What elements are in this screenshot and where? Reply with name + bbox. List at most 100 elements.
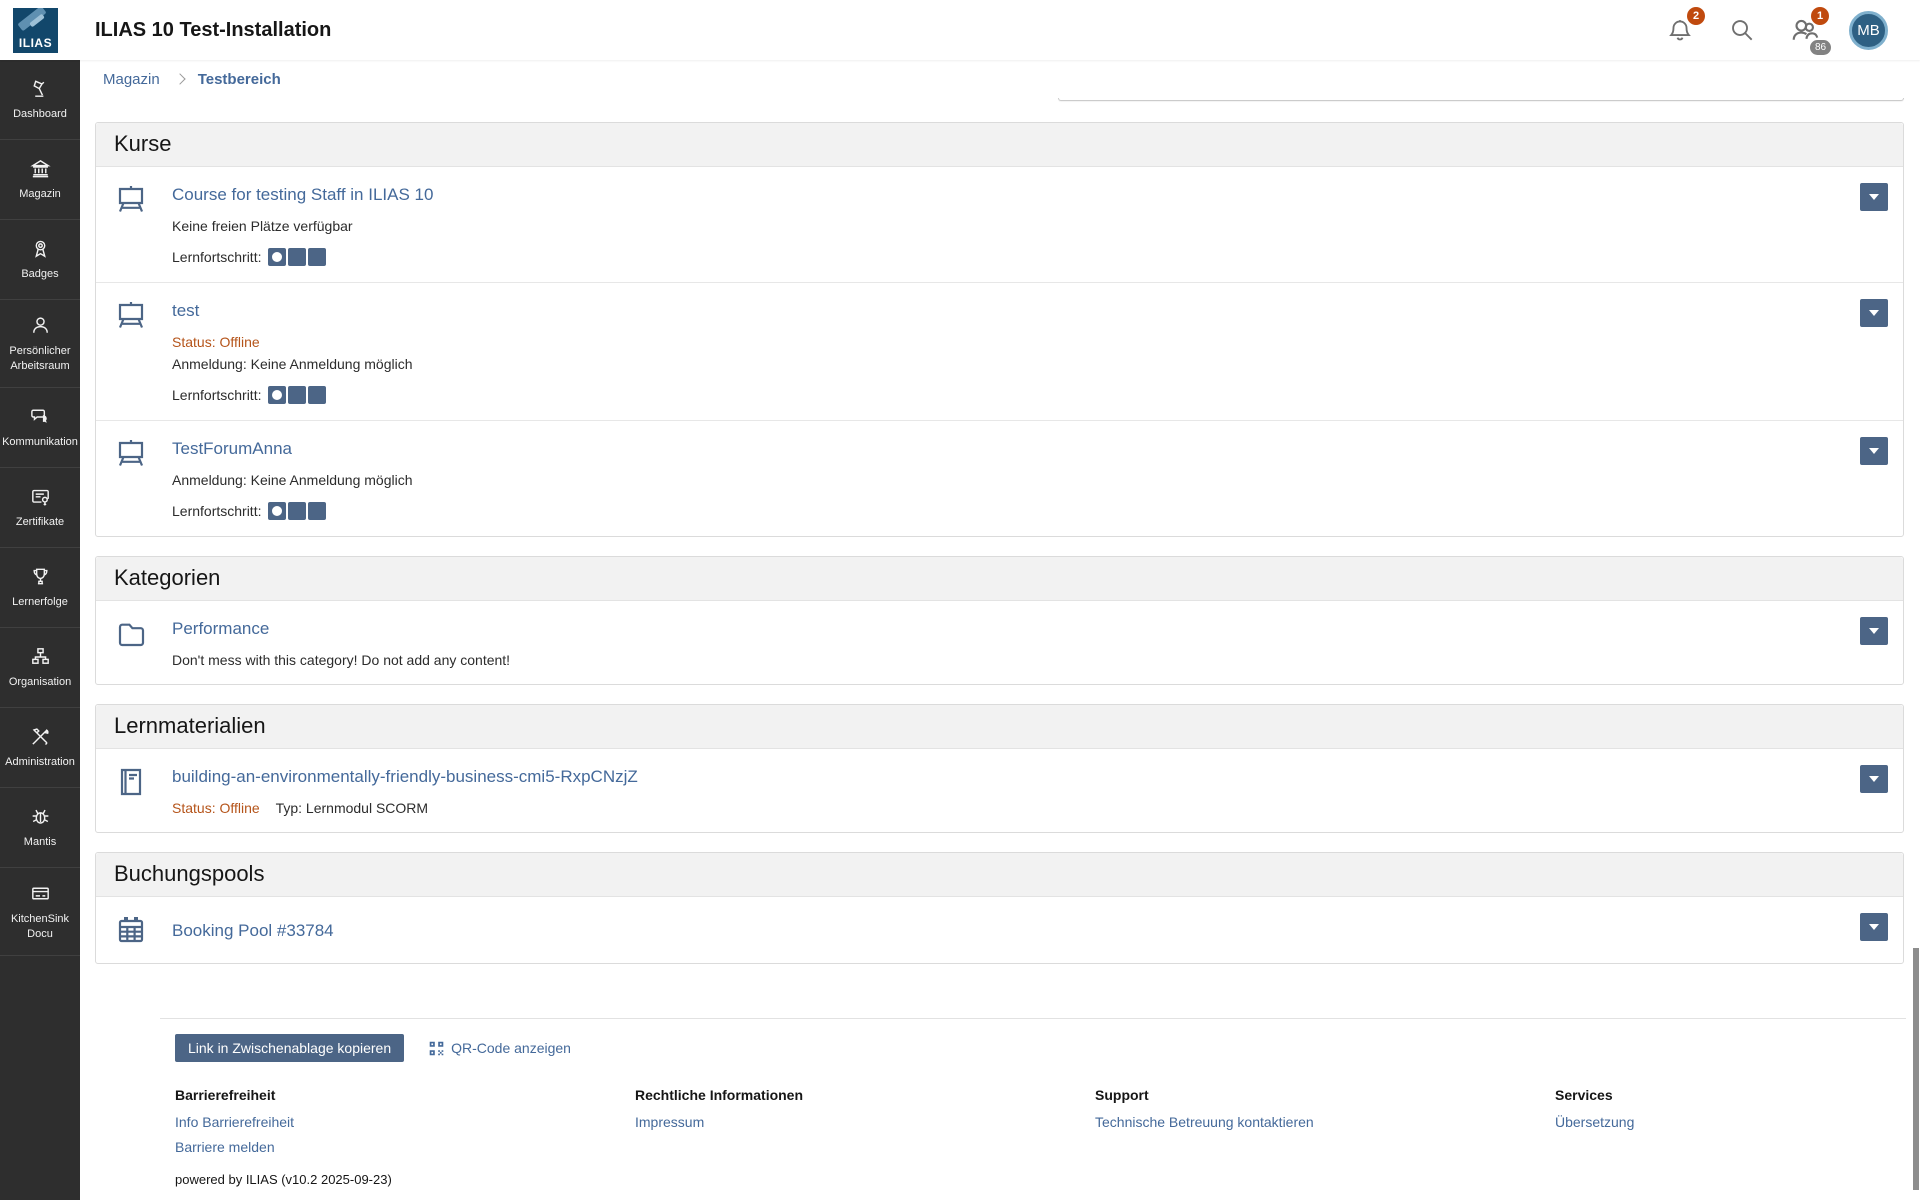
sidebar-item-kitchensink-docu[interactable]: KitchenSink Docu [0,868,80,956]
caret-down-icon [1869,628,1879,634]
search-button[interactable] [1725,13,1759,47]
section-buchungspools: Buchungspools Booking Pool #33784 [95,852,1904,964]
section-title: Lernmaterialien [96,705,1903,749]
footer-col-title: Support [1095,1087,1555,1103]
actions-dropdown-button[interactable] [1860,437,1888,465]
course-note: Keine freien Plätze verfügbar [172,218,433,234]
section-kategorien: Kategorien Performance Don't mess with t… [95,556,1904,685]
section-lernmaterialien: Lernmaterialien building-an-environmenta… [95,704,1904,833]
section-title: Buchungspools [96,853,1903,897]
footer-link[interactable]: Technische Betreuung kontaktieren [1095,1114,1555,1130]
booking-pool-link[interactable]: Booking Pool #33784 [172,921,334,941]
breadcrumb-item-testbereich[interactable]: Testbereich [198,71,281,88]
chat-bubbles-icon [29,405,52,428]
progress-square-icon [288,248,306,266]
sidebar-item-label: Lernerfolge [12,595,68,609]
progress-square-icon [288,502,306,520]
footer-link[interactable]: Info Barrierefreiheit [175,1114,635,1130]
sidebar-item-administration[interactable]: Administration [0,708,80,788]
actions-dropdown-button[interactable] [1860,183,1888,211]
badge-ribbon-icon [29,237,52,260]
sidebar-item-label: Zertifikate [16,515,64,529]
notifications-button[interactable]: 2 [1663,13,1697,47]
progress-square-icon [268,386,286,404]
status-badge: Status: Offline [172,800,260,816]
sidebar-item-badges[interactable]: Badges [0,220,80,300]
caret-down-icon [1869,448,1879,454]
material-link[interactable]: building-an-environmentally-friendly-bus… [172,767,638,787]
list-item-material: building-an-environmentally-friendly-bus… [96,749,1903,832]
desk-lamp-icon [29,77,52,100]
footer-col-title: Barrierefreiheit [175,1087,635,1103]
footer-col-barrierefreiheit: Barrierefreiheit Info Barrierefreiheit B… [175,1087,635,1164]
course-link[interactable]: TestForumAnna [172,439,292,459]
caret-down-icon [1869,194,1879,200]
category-description: Don't mess with this category! Do not ad… [172,652,510,668]
contacts-button[interactable]: 1 86 [1787,13,1821,47]
sidebar-item-label: Dashboard [13,107,67,121]
course-link[interactable]: Course for testing Staff in ILIAS 10 [172,185,433,205]
ilias-logo[interactable]: ILIAS [13,8,58,53]
actions-dropdown-button[interactable] [1860,913,1888,941]
learning-progress: Lernfortschritt: [172,248,433,266]
section-title: Kategorien [96,557,1903,601]
breadcrumb: Magazin Testbereich [80,60,1920,98]
actions-dropdown-button[interactable] [1860,299,1888,327]
qr-code-icon [428,1040,445,1057]
category-link[interactable]: Performance [172,619,269,639]
footer-columns: Barrierefreiheit Info Barrierefreiheit B… [160,1087,1906,1164]
caret-down-icon [1869,776,1879,782]
sidebar-item-magazin[interactable]: Magazin [0,140,80,220]
main-content: Kurse Course for testing Staff in ILIAS … [80,98,1920,1200]
progress-label: Lernfortschritt: [172,387,261,403]
sidebar-item-lernerfolge[interactable]: Lernerfolge [0,548,80,628]
powered-by-text: powered by ILIAS (v10.2 2025-09-23) [175,1172,392,1187]
tools-icon [29,725,52,748]
sidebar-item-label: Persönlicher Arbeitsraum [3,344,77,373]
trophy-icon [29,565,52,588]
sidebar-item-organisation[interactable]: Organisation [0,628,80,708]
course-link[interactable]: test [172,301,199,321]
sidebar-item-label: Mantis [24,835,56,849]
progress-square-icon [308,386,326,404]
sidebar-item-label: Magazin [19,187,61,201]
qr-code-label: QR-Code anzeigen [451,1040,571,1056]
sidebar-item-kommunikation[interactable]: Kommunikation [0,388,80,468]
chevron-right-icon [174,73,185,84]
notifications-badge: 2 [1687,7,1705,25]
learning-progress: Lernfortschritt: [172,502,413,520]
sidebar-item-mantis[interactable]: Mantis [0,788,80,868]
footer-link[interactable]: Barriere melden [175,1139,635,1155]
footer-col-support: Support Technische Betreuung kontaktiere… [1095,1087,1555,1164]
main-sidebar: Dashboard Magazin Badges Persönlicher Ar… [0,60,80,1200]
card-icon [29,882,52,905]
page-title: ILIAS 10 Test-Installation [95,19,331,42]
calendar-icon [114,913,148,947]
sidebar-item-zertifikate[interactable]: Zertifikate [0,468,80,548]
sidebar-item-label: Organisation [9,675,71,689]
copy-link-button[interactable]: Link in Zwischenablage kopieren [175,1034,404,1062]
sidebar-item-personal-workspace[interactable]: Persönlicher Arbeitsraum [0,300,80,388]
sidebar-item-label: Badges [21,267,58,281]
course-easel-icon [114,183,148,217]
footer-col-services: Services Übersetzung [1555,1087,1920,1164]
footer-col-title: Services [1555,1087,1920,1103]
avatar[interactable]: MB [1849,11,1888,50]
org-chart-icon [29,645,52,668]
qr-code-link[interactable]: QR-Code anzeigen [428,1040,571,1057]
progress-label: Lernfortschritt: [172,503,261,519]
actions-dropdown-button[interactable] [1860,765,1888,793]
sidebar-item-dashboard[interactable]: Dashboard [0,60,80,140]
progress-square-icon [268,248,286,266]
header-actions: 2 1 86 MB [1663,0,1920,60]
course-easel-icon [114,299,148,333]
breadcrumb-item-magazin[interactable]: Magazin [103,71,160,88]
actions-dropdown-button[interactable] [1860,617,1888,645]
vertical-scrollbar[interactable] [1913,948,1919,1190]
footer-link[interactable]: Übersetzung [1555,1114,1920,1130]
sidebar-item-label: KitchenSink Docu [3,912,77,941]
caret-down-icon [1869,924,1879,930]
footer-link[interactable]: Impressum [635,1114,1095,1130]
list-item-course: Course for testing Staff in ILIAS 10 Kei… [96,167,1903,282]
user-icon [29,314,52,337]
